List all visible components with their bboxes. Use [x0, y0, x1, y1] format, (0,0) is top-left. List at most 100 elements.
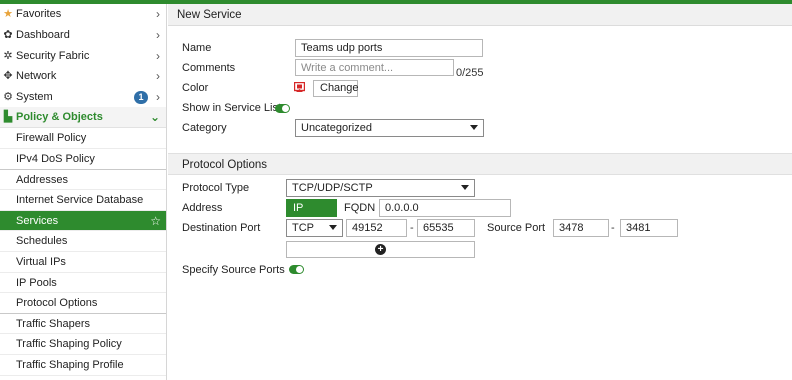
sidebar-subitem-traffic-shaping-policy[interactable]: Traffic Shaping Policy — [0, 334, 166, 355]
page-title: New Service — [168, 4, 792, 26]
category-select[interactable]: Uncategorized — [295, 119, 484, 137]
sidebar-item-label: IPv4 DoS Policy — [16, 152, 95, 165]
network-icon: ✥ — [3, 70, 13, 83]
sidebar-item-label: Security Fabric — [16, 49, 90, 62]
fqdn-tab[interactable]: FQDN — [337, 199, 379, 217]
sidebar-item-label: Dashboard — [16, 29, 70, 41]
sidebar-item-label: IP Pools — [16, 276, 57, 289]
gear-icon: ⚙ — [3, 90, 13, 103]
dropdown-caret-icon — [461, 185, 469, 190]
sidebar-item-label: Schedules — [16, 235, 68, 248]
chevron-right-icon: › — [156, 69, 160, 84]
show-in-list-label: Show in Service List — [182, 102, 282, 114]
sidebar-item-policy-objects[interactable]: ▙ Policy & Objects ⌄ — [0, 107, 166, 129]
sidebar-item-label: System — [16, 90, 53, 103]
chevron-right-icon: › — [156, 89, 160, 104]
sidebar-item-label: Internet Service Database — [16, 194, 144, 207]
sidebar-item-dashboard[interactable]: ✿ Dashboard › — [0, 25, 166, 46]
category-value: Uncategorized — [301, 122, 372, 134]
chevron-right-icon: › — [156, 28, 160, 42]
comments-field[interactable]: Write a comment... — [295, 59, 454, 76]
sidebar-subitem-protocol-options[interactable]: Protocol Options — [0, 293, 166, 314]
chevron-down-icon: ⌄ — [149, 110, 160, 125]
color-row: Color Change — [182, 79, 782, 97]
sidebar-subitem-ip-pools[interactable]: IP Pools — [0, 273, 166, 294]
color-label: Color — [182, 82, 209, 94]
range-separator: - — [611, 222, 615, 234]
color-swatch-icon — [294, 82, 305, 92]
policy-icon: ▙ — [3, 111, 13, 124]
sidebar-item-label: Protocol Options — [16, 297, 98, 310]
favorite-star-icon[interactable]: ☆ — [150, 211, 161, 231]
sidebar-item-label: Traffic Shapers — [16, 317, 90, 330]
specify-source-label: Specify Source Ports — [182, 264, 285, 276]
protocol-type-select[interactable]: TCP/UDP/SCTP — [286, 179, 475, 197]
category-label: Category — [182, 122, 227, 134]
category-row: Category Uncategorized — [182, 119, 782, 137]
sidebar-item-network[interactable]: ✥ Network › — [0, 66, 166, 87]
sidebar-subitem-virtual-ips[interactable]: Virtual IPs — [0, 252, 166, 273]
notification-badge: 1 — [134, 90, 148, 104]
destination-port-low-field[interactable]: 49152 — [346, 219, 407, 237]
change-color-button[interactable]: Change — [313, 80, 359, 97]
ip-range-tab[interactable]: IP Range — [286, 199, 337, 230]
range-separator: - — [410, 222, 414, 234]
destination-protocol-select[interactable]: TCP — [286, 219, 343, 237]
sidebar-subitem-internet-service-database[interactable]: Internet Service Database — [0, 190, 166, 211]
sidebar-item-label: Services — [16, 214, 59, 227]
name-label: Name — [182, 42, 212, 54]
sidebar-subitem-traffic-shapers[interactable]: Traffic Shapers — [0, 314, 166, 335]
chevron-right-icon: › — [156, 7, 160, 21]
sidebar-item-favorites[interactable]: ★ Favorites › — [0, 4, 166, 25]
security-fabric-icon: ✲ — [3, 49, 13, 62]
chevron-right-icon: › — [156, 48, 160, 63]
name-row: Name Teams udp ports — [182, 39, 782, 57]
sidebar-item-label: Virtual IPs — [16, 255, 66, 268]
sidebar-item-label: Favorites — [16, 8, 62, 20]
sidebar-subitem-ipv4-dos-policy[interactable]: IPv4 DoS Policy — [0, 149, 166, 170]
star-icon: ★ — [3, 8, 13, 20]
comments-label: Comments — [182, 62, 236, 74]
add-icon: + — [375, 244, 386, 255]
sidebar-item-label: Addresses — [16, 173, 68, 186]
sidebar-item-system[interactable]: ⚙ System 1 › — [0, 87, 166, 108]
protocol-type-row: Protocol Type TCP/UDP/SCTP — [182, 179, 782, 197]
add-port-range-button[interactable]: + — [286, 241, 475, 258]
show-in-list-row: Show in Service List — [182, 99, 782, 117]
destination-port-label: Destination Port — [182, 222, 261, 234]
source-port-low-field[interactable]: 3478 — [553, 219, 609, 237]
dropdown-caret-icon — [470, 125, 478, 130]
source-port-high-field[interactable]: 3481 — [620, 219, 678, 237]
sidebar-item-security-fabric[interactable]: ✲ Security Fabric › — [0, 46, 166, 67]
address-row: Address IP Range FQDN 0.0.0.0 — [182, 199, 782, 230]
comments-placeholder: Write a comment... — [301, 62, 394, 74]
sidebar-subitem-schedules[interactable]: Schedules — [0, 231, 166, 252]
sidebar-item-label: Traffic Shaping Profile — [16, 358, 124, 371]
sidebar-subitem-addresses[interactable]: Addresses — [0, 170, 166, 191]
sidebar-subitem-firewall-policy[interactable]: Firewall Policy — [0, 128, 166, 149]
address-field[interactable]: 0.0.0.0 — [379, 199, 511, 217]
sidebar-item-label: Firewall Policy — [16, 132, 87, 145]
sidebar-item-label: Traffic Shaping Policy — [16, 338, 122, 351]
sidebar: ★ Favorites › ✿ Dashboard › ✲ Security F… — [0, 4, 167, 380]
sidebar-item-label: Policy & Objects — [16, 111, 103, 124]
specify-source-row: Specify Source Ports — [182, 261, 782, 279]
show-in-list-toggle[interactable] — [275, 104, 290, 113]
dropdown-caret-icon — [329, 225, 337, 230]
dashboard-icon: ✿ — [3, 29, 13, 41]
name-field[interactable]: Teams udp ports — [295, 39, 483, 57]
sidebar-subitem-traffic-shaping-profile[interactable]: Traffic Shaping Profile — [0, 355, 166, 376]
destination-protocol-value: TCP — [292, 222, 314, 234]
sidebar-item-label: Network — [16, 70, 57, 83]
specify-source-toggle[interactable] — [289, 265, 304, 274]
protocol-type-label: Protocol Type — [182, 182, 250, 194]
destination-port-row: Destination Port TCP 49152 - 65535 Sourc… — [182, 219, 782, 237]
comments-row: Comments Write a comment... 0/255 — [182, 59, 782, 79]
address-label: Address — [182, 202, 223, 214]
source-port-label: Source Port — [487, 222, 546, 234]
sidebar-subitem-services[interactable]: Services ☆ — [0, 210, 166, 232]
protocol-type-value: TCP/UDP/SCTP — [292, 182, 373, 194]
protocol-options-header: Protocol Options — [168, 153, 792, 175]
main-panel: New Service Name Teams udp ports Comment… — [168, 4, 792, 380]
destination-port-high-field[interactable]: 65535 — [417, 219, 475, 237]
